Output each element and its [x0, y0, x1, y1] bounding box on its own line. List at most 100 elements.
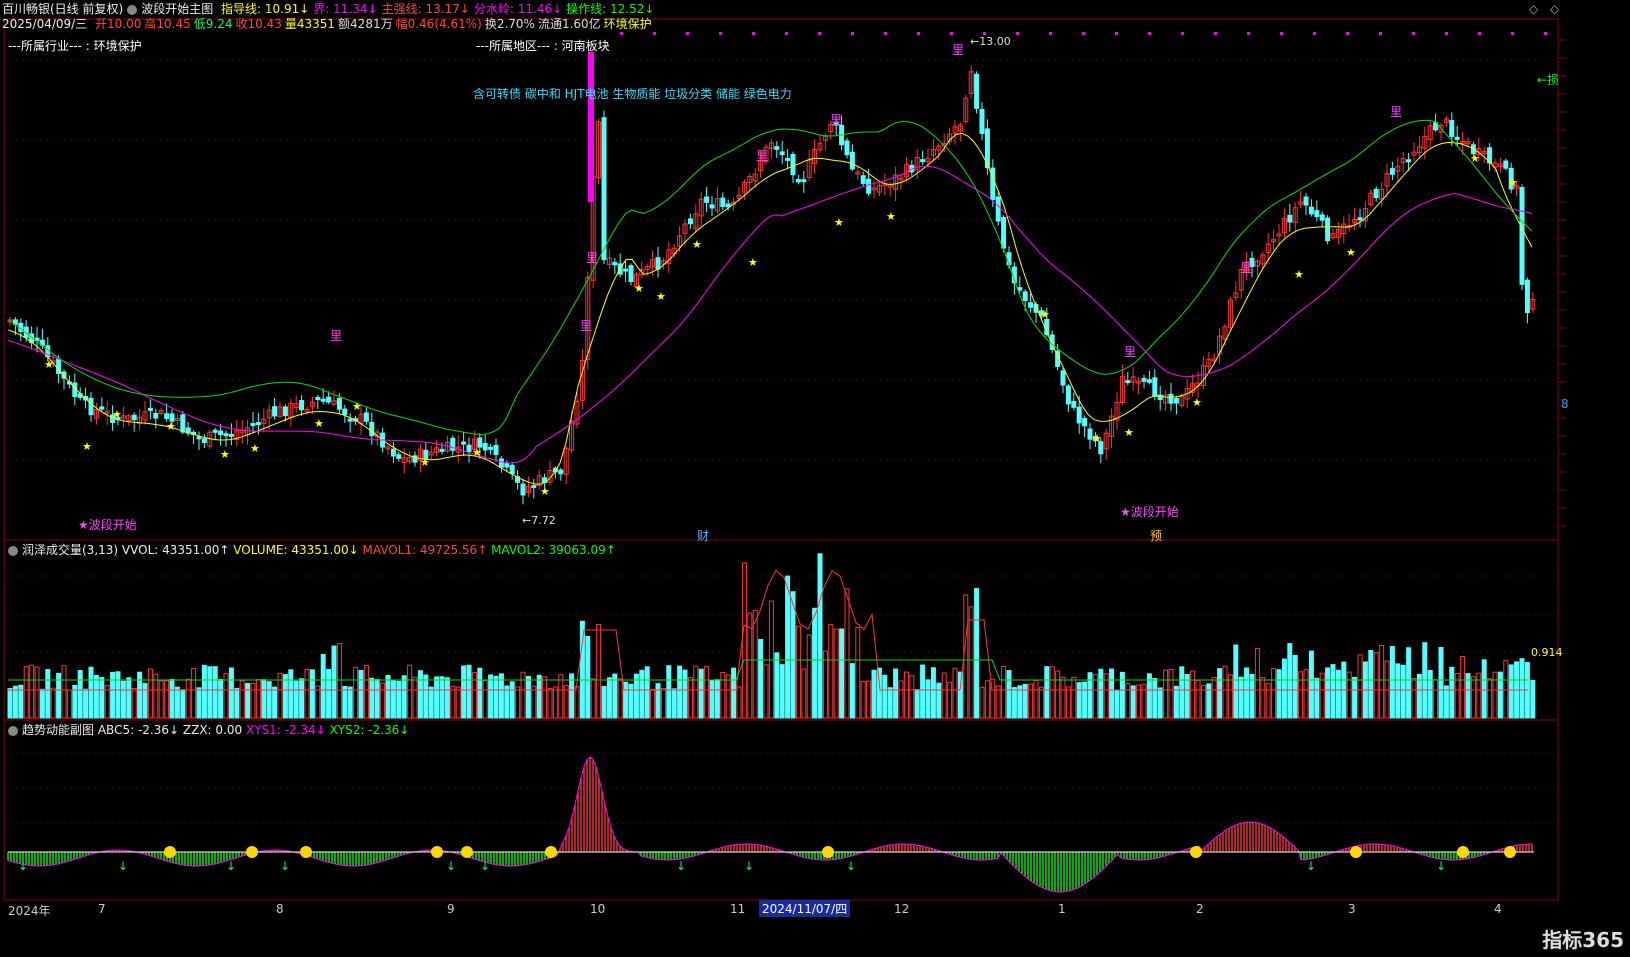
candle-body — [1017, 287, 1023, 291]
trend-title[interactable]: 趋势动能副图 — [22, 723, 94, 737]
collapse-icon[interactable]: ◇ — [1529, 2, 1538, 16]
volume-bar — [806, 634, 812, 719]
volume-bar — [1109, 668, 1115, 719]
volume-bar — [1001, 666, 1007, 719]
volume-bar — [1006, 670, 1012, 719]
volume-title[interactable]: 润泽成交量(3,13) — [22, 543, 118, 557]
volume-bar — [169, 678, 175, 719]
volume-menu-icon[interactable] — [8, 545, 18, 556]
volume-bar — [731, 667, 737, 719]
yu-tag: 预 — [1150, 529, 1163, 543]
volume-bar — [288, 669, 294, 719]
li-mark: 里 — [1240, 261, 1252, 275]
star-marker: ★ — [540, 485, 550, 498]
volume-bar — [504, 685, 510, 719]
volume-bar — [1427, 669, 1433, 719]
volume-bar — [471, 672, 477, 719]
volume-bar — [741, 562, 747, 719]
right-axis-value: 8 — [1561, 397, 1569, 411]
xys2-value: XYS2: -2.36↓ — [329, 723, 410, 737]
volume-bar — [1271, 668, 1277, 719]
star-marker: ★ — [1192, 396, 1202, 409]
candle-body — [1060, 370, 1066, 386]
indicator-line-2: 主强线: 13.17↓ — [381, 2, 470, 16]
volume-bar — [1460, 656, 1466, 719]
volume-bar — [903, 671, 909, 719]
volume-bar — [1173, 685, 1179, 719]
volume-bar — [196, 687, 202, 719]
candle-body — [299, 400, 305, 411]
quote-item-2: 低9.24 — [193, 17, 233, 31]
top-dot — [1346, 32, 1349, 35]
volume-bar — [390, 680, 396, 719]
star-marker: ★ — [1040, 308, 1050, 321]
volume-bar — [1163, 669, 1169, 719]
volume-bar — [963, 594, 969, 719]
li-mark: 里 — [580, 319, 592, 333]
candle-body — [1406, 159, 1412, 163]
volume-bar — [509, 681, 515, 719]
volume-bar — [941, 672, 947, 719]
volume-bar — [1443, 685, 1449, 719]
volume-bar — [407, 664, 413, 719]
smiley-icon — [164, 846, 176, 858]
quote-item-3: 收10.43 — [235, 17, 282, 31]
candle-body — [439, 448, 445, 452]
top-dot — [917, 32, 920, 35]
star-marker: ★ — [886, 210, 896, 223]
volume-bar — [299, 678, 305, 719]
volume-bar — [887, 687, 893, 719]
x-axis-label: 2024年 — [8, 904, 51, 918]
candle-body — [849, 151, 855, 170]
candle-body — [1303, 196, 1309, 206]
volume-bar — [1508, 664, 1514, 719]
volume-bar — [1492, 671, 1498, 719]
candle-body — [466, 444, 472, 453]
main-indicator-name[interactable]: 波段开始主图 — [141, 2, 213, 16]
volume-bar — [633, 673, 639, 719]
volume-bar — [1238, 676, 1244, 719]
top-dot — [686, 32, 689, 35]
li-mark: 里 — [330, 329, 342, 343]
top-dot — [1115, 32, 1118, 35]
volume-bar — [110, 671, 116, 719]
volume-bar — [1265, 683, 1271, 719]
volume-bar — [1217, 668, 1223, 719]
volume-bar — [660, 688, 666, 719]
header-row-2: 2025/04/09/三 开10.00 高10.45 低9.24 收10.43 量433… — [2, 15, 659, 33]
volume-bar — [709, 679, 715, 719]
stock-name[interactable]: 百川畅银(日线 前复权) — [2, 2, 123, 16]
volume-bar — [228, 667, 234, 719]
volume-bar — [1125, 682, 1131, 719]
volume-bar — [1114, 689, 1120, 719]
volume-bar — [650, 688, 656, 719]
volume-bar — [698, 668, 704, 719]
volume-bar — [93, 674, 99, 719]
quote-values: 开10.00 高10.45 低9.24 收10.43 量43351 额4281万 幅0.46… — [95, 17, 655, 31]
candle-body — [147, 407, 153, 411]
top-dot — [752, 32, 755, 35]
volume-bar — [866, 680, 872, 719]
smiley-icon — [246, 846, 258, 858]
chart-canvas[interactable]: ★★★★★ ★★★★★★★★★★★ ★★★ ★★★★★★里里里里里里里里里↓ ↓ ↓ ↓ ↓ ↓… — [0, 0, 1630, 957]
candle-body — [790, 153, 796, 176]
volume-bar — [623, 681, 629, 719]
volume-bar — [83, 688, 89, 719]
volume-bar — [1087, 672, 1093, 719]
candle-body — [131, 414, 137, 421]
volume-bar — [833, 628, 839, 719]
li-mark: 里 — [586, 251, 598, 265]
wave-start-label-1: ★波段开始 — [78, 518, 137, 532]
volume-bar — [1071, 676, 1077, 719]
candle-body — [88, 397, 94, 416]
volume-bar — [1049, 666, 1055, 719]
indicator-menu-icon[interactable] — [127, 4, 138, 15]
volume-bar — [1395, 663, 1401, 719]
volume-bar — [77, 670, 83, 719]
candle-body — [336, 398, 342, 410]
trend-menu-icon[interactable] — [8, 725, 18, 736]
top-dot — [1214, 32, 1217, 35]
volume-bar — [1038, 686, 1044, 719]
concept-info: 含可转债 碳中和 HJT电池 生物质能 垃圾分类 储能 绿色电力 — [473, 87, 792, 101]
expand-icon[interactable]: ◇ — [1550, 2, 1559, 16]
